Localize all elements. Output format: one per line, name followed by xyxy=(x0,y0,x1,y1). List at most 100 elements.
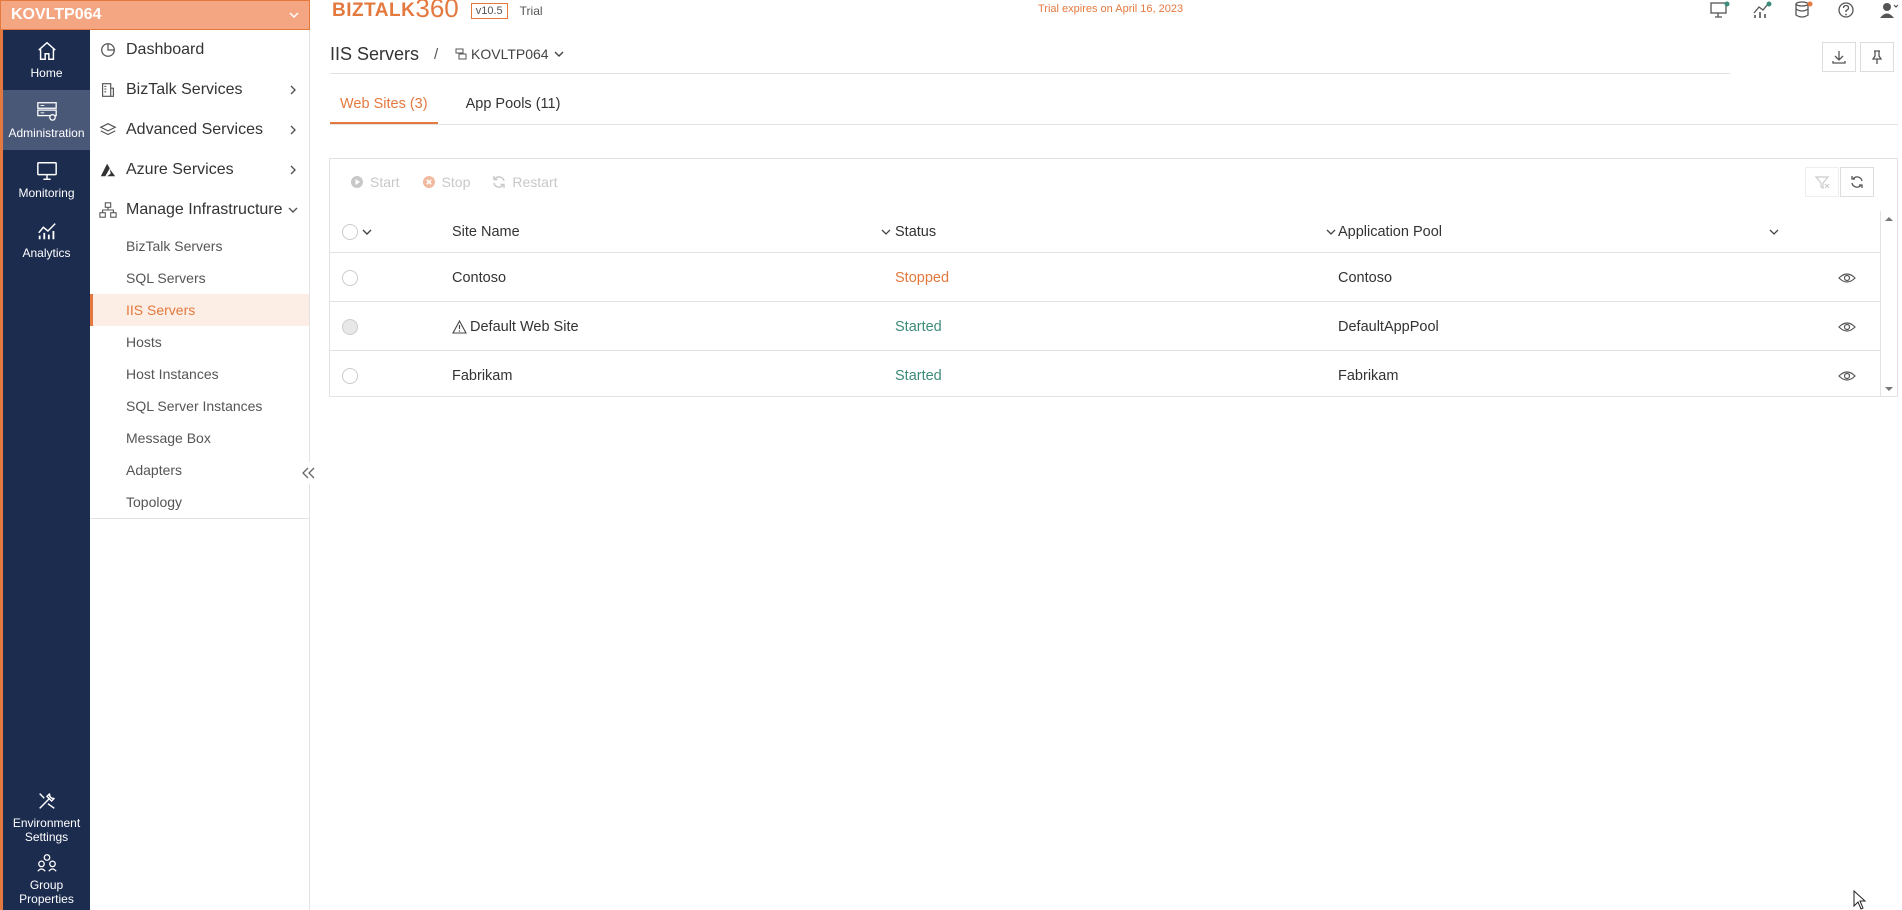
brand: BIZTALK 360 v10.5 Trial xyxy=(332,0,543,23)
row-checkbox[interactable] xyxy=(342,367,358,384)
group-icon xyxy=(36,854,57,872)
collapse-nav-button[interactable] xyxy=(298,462,320,484)
table-row[interactable]: Contoso Stopped Contoso xyxy=(330,253,1880,302)
sort-chevron-icon[interactable] xyxy=(880,226,892,238)
scroll-up-icon[interactable] xyxy=(1885,215,1893,223)
rail-item-analytics[interactable]: Analytics xyxy=(3,210,90,270)
clear-filter-button[interactable] xyxy=(1805,167,1839,197)
grid-toolbar: Start Stop Restart xyxy=(330,159,1897,205)
refresh-icon xyxy=(1851,176,1863,188)
sub-item-adapters[interactable]: Adapters xyxy=(90,454,309,486)
sub-item-sql-servers[interactable]: SQL Servers xyxy=(90,262,309,294)
nav-label-biztalk-services: BizTalk Services xyxy=(126,81,243,98)
download-button[interactable] xyxy=(1822,42,1856,72)
nav-label-advanced-services: Advanced Services xyxy=(126,121,263,138)
brand-logo-number: 360 xyxy=(415,0,459,23)
help-icon[interactable] xyxy=(1836,1,1856,19)
monitor-icon xyxy=(36,161,57,180)
restart-button[interactable]: Restart xyxy=(492,174,558,190)
rail-label-environment-settings: Environment Settings xyxy=(12,816,81,844)
view-details-icon[interactable] xyxy=(1838,367,1856,385)
refresh-button[interactable] xyxy=(1840,167,1874,197)
table-header: Site Name Status Application Pool xyxy=(330,211,1880,253)
sub-item-message-box[interactable]: Message Box xyxy=(90,422,309,454)
column-label-application-pool: Application Pool xyxy=(1338,224,1442,240)
chevron-down-icon xyxy=(362,229,372,235)
sub-item-iis-servers[interactable]: IIS Servers xyxy=(90,294,309,326)
tab-web-sites[interactable]: Web Sites (3) xyxy=(330,92,438,124)
site-name-cell: Fabrikam xyxy=(452,367,513,384)
user-avatar-icon[interactable] xyxy=(1878,1,1898,19)
rail-label-group-properties: Group Properties xyxy=(19,878,74,906)
row-checkbox[interactable] xyxy=(342,269,358,286)
chevron-right-icon xyxy=(290,125,296,135)
nav-label-azure-services: Azure Services xyxy=(126,161,234,178)
header-icons xyxy=(1710,0,1898,20)
sub-item-hosts[interactable]: Hosts xyxy=(90,326,309,358)
rail-label-home: Home xyxy=(30,65,63,80)
server-selector[interactable]: KOVLTP064 xyxy=(455,46,565,62)
nav-item-azure-services[interactable]: Azure Services xyxy=(90,150,309,190)
column-header-status[interactable]: Status xyxy=(895,211,1337,253)
chevron-right-icon xyxy=(290,165,296,175)
select-all-checkbox[interactable] xyxy=(342,224,358,240)
rail-item-monitoring[interactable]: Monitoring xyxy=(3,150,90,210)
version-badge: v10.5 xyxy=(470,3,508,19)
chevron-down-icon xyxy=(554,51,564,57)
view-details-icon[interactable] xyxy=(1838,318,1856,336)
dashboard-pie-icon xyxy=(101,43,115,57)
brand-logo-text: BIZTALK xyxy=(332,0,416,21)
column-label-site-name: Site Name xyxy=(452,224,520,240)
analytics-status-icon[interactable] xyxy=(1752,1,1772,19)
trial-expiry-notice: Trial expires on April 16, 2023 xyxy=(1038,3,1184,15)
column-header-site-name[interactable]: Site Name xyxy=(452,211,892,253)
server-icon xyxy=(455,48,467,60)
home-icon xyxy=(37,41,56,60)
start-button[interactable]: Start xyxy=(350,174,400,190)
stop-button[interactable]: Stop xyxy=(422,174,471,190)
double-chevron-left-icon xyxy=(302,467,315,479)
table-row[interactable]: Fabrikam Started Fabrikam xyxy=(330,351,1880,400)
nav-item-biztalk-services[interactable]: BizTalk Services xyxy=(90,70,309,110)
start-label: Start xyxy=(370,174,400,190)
scroll-down-icon[interactable] xyxy=(1885,385,1893,393)
sort-chevron-icon[interactable] xyxy=(1325,226,1337,238)
page-title: IIS Servers xyxy=(330,44,420,64)
view-details-icon[interactable] xyxy=(1838,269,1856,287)
rail-item-group-properties[interactable]: Group Properties xyxy=(3,848,90,910)
sub-item-sql-server-instances[interactable]: SQL Server Instances xyxy=(90,390,309,422)
sub-item-topology[interactable]: Topology xyxy=(90,486,309,518)
sort-chevron-icon[interactable] xyxy=(1768,226,1780,238)
stop-icon xyxy=(422,176,435,188)
select-all-control[interactable] xyxy=(342,211,372,253)
sub-item-biztalk-servers[interactable]: BizTalk Servers xyxy=(90,230,309,262)
database-status-icon[interactable] xyxy=(1794,1,1814,19)
rail-item-home[interactable]: Home xyxy=(3,30,90,90)
rail-label-analytics: Analytics xyxy=(22,245,71,260)
secondary-nav: Dashboard BizTalk Services Advanced Serv… xyxy=(90,30,320,910)
nav-item-advanced-services[interactable]: Advanced Services xyxy=(90,110,309,150)
column-header-application-pool[interactable]: Application Pool xyxy=(1338,211,1780,253)
stop-label: Stop xyxy=(441,174,471,190)
app-pool-cell: Contoso xyxy=(1338,269,1393,286)
status-cell: Started xyxy=(895,367,942,384)
nav-item-dashboard[interactable]: Dashboard xyxy=(90,30,309,70)
rail-item-administration[interactable]: Administration xyxy=(3,90,90,150)
restart-label: Restart xyxy=(512,174,558,190)
rail-label-administration: Administration xyxy=(8,125,85,140)
monitor-status-icon[interactable] xyxy=(1710,1,1730,19)
table-row[interactable]: Default Web Site Started DefaultAppPool xyxy=(330,302,1880,351)
row-checkbox[interactable] xyxy=(342,318,358,335)
grid-scrollbar[interactable] xyxy=(1880,211,1897,397)
nav-item-manage-infrastructure[interactable]: Manage Infrastructure xyxy=(90,190,309,230)
status-cell: Started xyxy=(895,318,942,335)
tab-bar: Web Sites (3) App Pools (11) xyxy=(330,92,588,124)
pin-button[interactable] xyxy=(1860,42,1894,72)
pin-icon xyxy=(1871,50,1883,64)
site-name-text: Default Web Site xyxy=(470,318,579,335)
environment-selector[interactable]: KOVLTP064 xyxy=(0,0,310,30)
tab-app-pools[interactable]: App Pools (11) xyxy=(456,92,571,124)
license-type: Trial xyxy=(519,4,543,18)
sub-item-host-instances[interactable]: Host Instances xyxy=(90,358,309,390)
rail-item-environment-settings[interactable]: Environment Settings xyxy=(3,786,90,848)
